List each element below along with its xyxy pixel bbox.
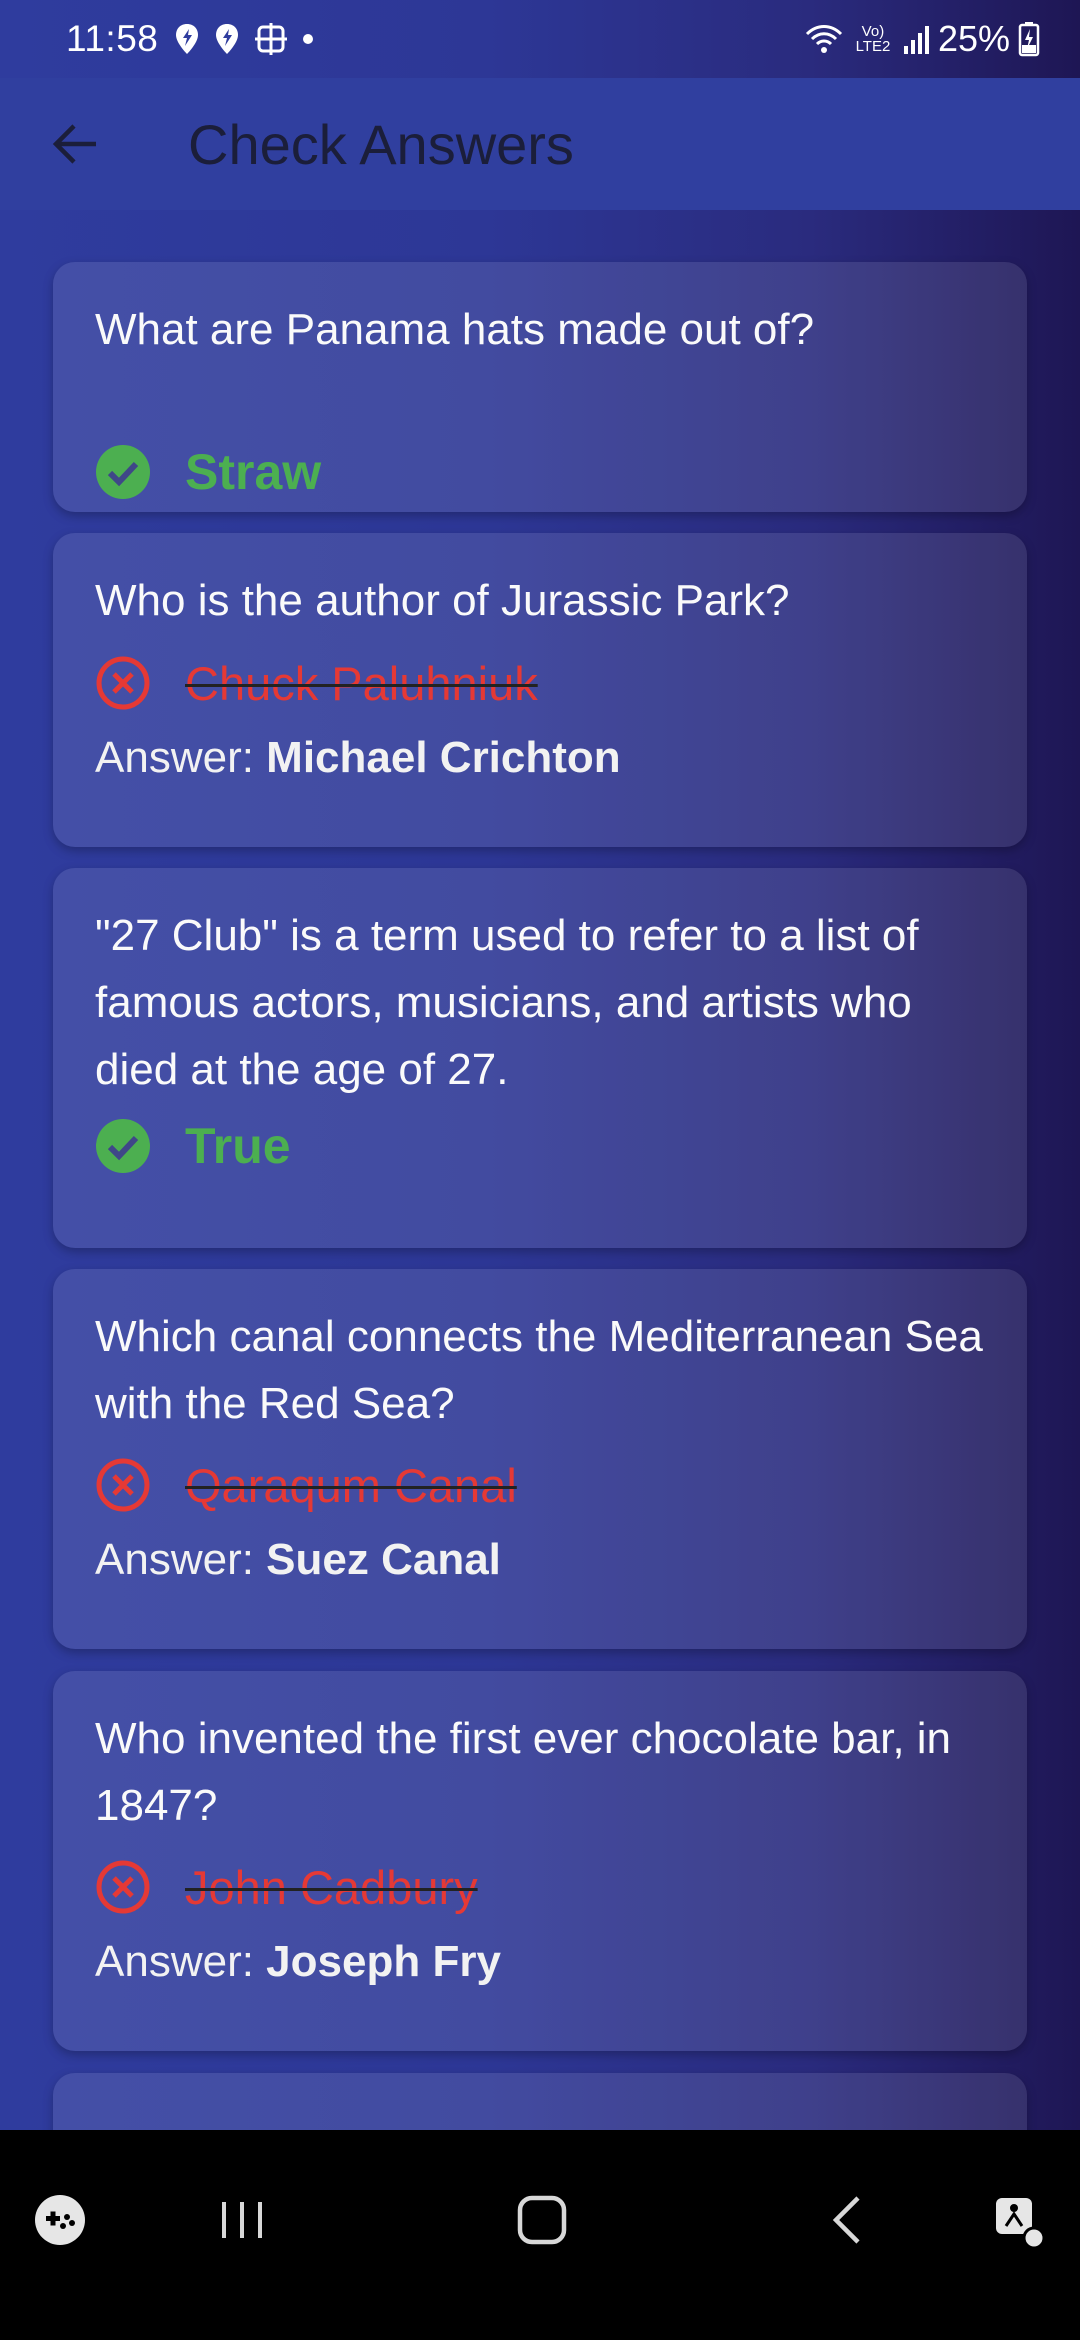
answer-card: "27 Club" is a term used to refer to a l… xyxy=(53,868,1027,1248)
selected-answer-row: John Cadbury xyxy=(95,1855,478,1919)
status-right: Vo) LTE2 25% xyxy=(804,18,1040,60)
answer-prefix: Answer: xyxy=(95,1937,267,1986)
location-icon xyxy=(176,24,199,54)
selected-answer: True xyxy=(185,1118,291,1174)
location-icon xyxy=(216,24,239,54)
screen-capture-icon xyxy=(255,23,288,55)
status-time: 11:58 xyxy=(66,18,159,59)
selected-answer: John Cadbury xyxy=(185,1860,478,1914)
selected-answer: Chuck Paluhniuk xyxy=(185,656,538,710)
correct-answer-value: Joseph Fry xyxy=(266,1937,501,1986)
battery-percent: 25% xyxy=(937,18,1010,59)
selected-answer-row: True xyxy=(95,1114,291,1178)
app-bar: Check Answers xyxy=(0,78,1080,210)
correct-answer: Answer: Suez Canal xyxy=(95,1535,501,1585)
answer-card: Who is the author of Jurassic Park? Chuc… xyxy=(53,533,1027,847)
x-circle-icon xyxy=(96,656,150,710)
x-circle-icon xyxy=(96,1458,150,1512)
recent-apps-icon[interactable] xyxy=(214,2192,270,2248)
selected-answer-row: Qaraqum Canal xyxy=(95,1453,517,1517)
wifi-icon xyxy=(805,25,842,53)
selected-answer-row: Straw xyxy=(95,440,321,504)
answer-card xyxy=(53,2073,1027,2130)
check-circle-icon xyxy=(96,445,150,499)
notification-icons xyxy=(174,22,314,56)
correct-answer-value: Michael Crichton xyxy=(266,733,621,782)
x-circle-icon xyxy=(96,1860,150,1914)
question-text: What are Panama hats made out of? xyxy=(95,305,815,354)
selected-answer: Qaraqum Canal xyxy=(185,1458,517,1512)
answer-prefix: Answer: xyxy=(95,1535,267,1584)
accessibility-icon[interactable] xyxy=(990,2192,1050,2252)
question-text: Who invented the first ever chocolate ba… xyxy=(95,1714,952,1830)
signal-icon xyxy=(903,26,929,54)
correct-answer: Answer: Michael Crichton xyxy=(95,733,621,783)
question-text: Who is the author of Jurassic Park? xyxy=(95,576,790,625)
correct-answer-value: Suez Canal xyxy=(266,1535,501,1584)
dot-icon xyxy=(303,34,314,44)
answer-card: Who invented the first ever chocolate ba… xyxy=(53,1671,1027,2051)
question-text: "27 Club" is a term used to refer to a l… xyxy=(95,911,919,1094)
answers-list[interactable]: What are Panama hats made out of? Straw … xyxy=(0,210,1080,2130)
answer-card: Which canal connects the Mediterranean S… xyxy=(53,1269,1027,1649)
back-icon[interactable] xyxy=(820,2192,876,2248)
navigation-bar xyxy=(0,2130,1080,2340)
network-type: Vo) LTE2 xyxy=(855,23,891,55)
home-icon[interactable] xyxy=(514,2192,570,2248)
answer-prefix: Answer: xyxy=(95,733,267,782)
game-launcher-icon[interactable] xyxy=(32,2192,88,2248)
page-title: Check Answers xyxy=(188,112,574,176)
question-text: Which canal connects the Mediterranean S… xyxy=(95,1312,983,1428)
selected-answer: Straw xyxy=(185,444,322,500)
selected-answer-row: Chuck Paluhniuk xyxy=(95,651,538,715)
check-circle-icon xyxy=(96,1119,150,1173)
arrow-left-icon xyxy=(52,124,96,164)
back-button[interactable] xyxy=(40,109,110,179)
answer-card: What are Panama hats made out of? Straw xyxy=(53,262,1027,512)
battery-charging-icon xyxy=(1018,22,1040,57)
correct-answer: Answer: Joseph Fry xyxy=(95,1937,501,1987)
status-bar: 11:58 Vo) LTE2 25% xyxy=(0,0,1080,78)
